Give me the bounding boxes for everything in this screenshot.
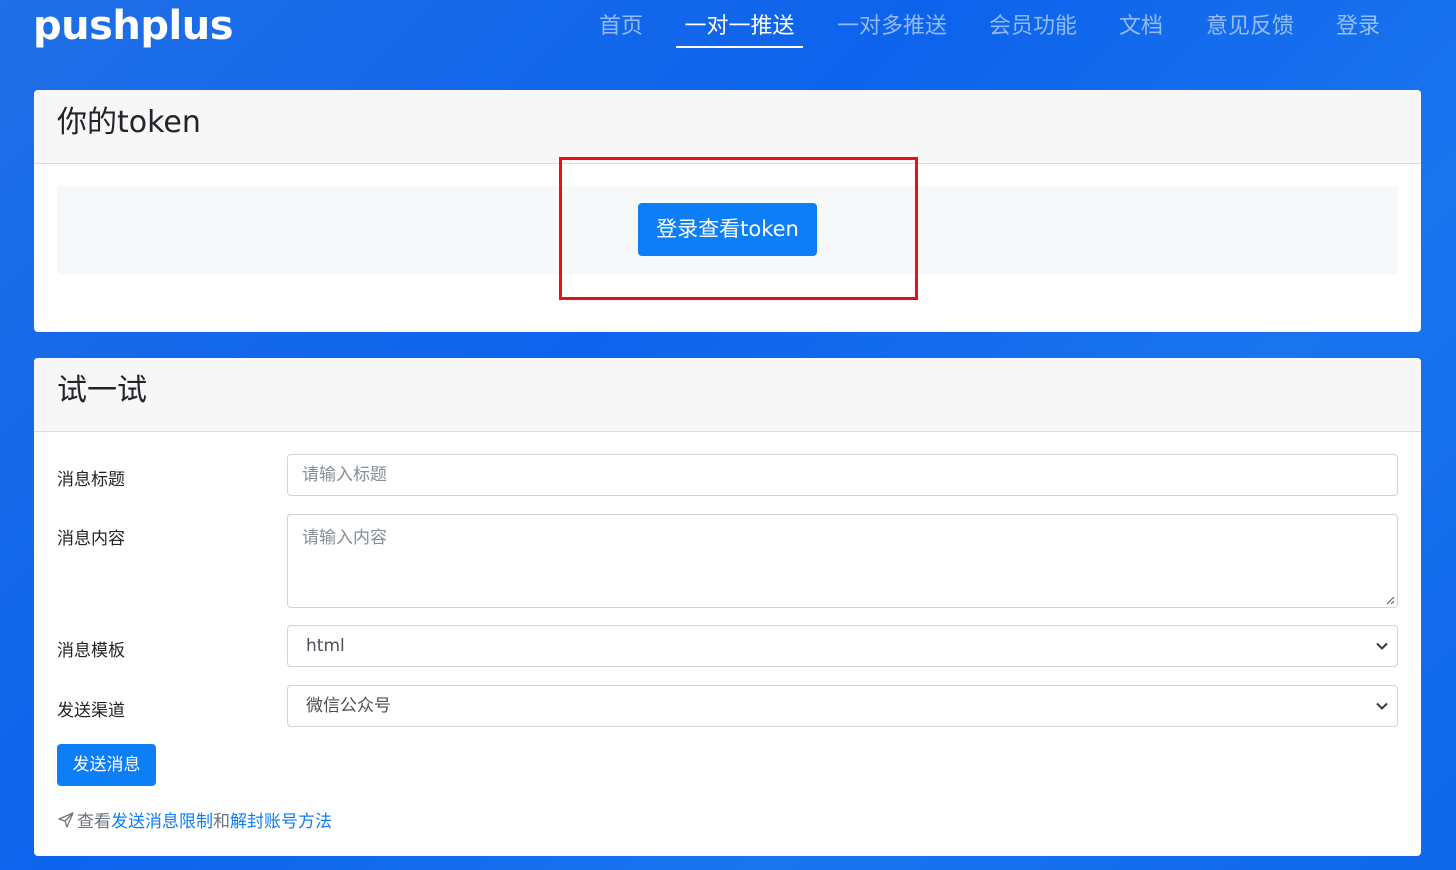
nav-item-docs[interactable]: 文档 <box>1117 10 1165 48</box>
send-channel-value: 微信公众号 <box>306 696 391 716</box>
message-title-placeholder: 请输入标题 <box>302 465 387 485</box>
send-channel-label: 发送渠道 <box>57 701 125 721</box>
try-it-card-title: 试一试 <box>34 358 1421 432</box>
unblock-account-link[interactable]: 解封账号方法 <box>230 807 332 832</box>
try-it-card: 试一试 消息标题 请输入标题 消息内容 请输入内容 消息模板 html 发送渠道… <box>34 358 1421 856</box>
message-template-label: 消息模板 <box>57 641 125 661</box>
footer-note: 查看 发送消息限制 和 解封账号方法 <box>57 807 332 832</box>
message-content-textarea[interactable]: 请输入内容 <box>287 514 1398 608</box>
message-content-label: 消息内容 <box>57 529 125 549</box>
chevron-down-icon <box>1376 642 1388 650</box>
nav-item-home[interactable]: 首页 <box>598 10 644 48</box>
top-navbar: pushplus 首页 一对一推送 一对多推送 会员功能 文档 意见反馈 登录 <box>0 0 1456 60</box>
send-limit-link[interactable]: 发送消息限制 <box>111 807 213 832</box>
paper-plane-icon <box>58 811 74 828</box>
highlight-annotation-box <box>559 157 918 300</box>
resize-handle-icon[interactable] <box>1385 595 1395 605</box>
message-template-value: html <box>306 636 345 656</box>
nav-item-membership[interactable]: 会员功能 <box>987 10 1079 48</box>
send-message-button[interactable]: 发送消息 <box>57 744 156 786</box>
message-content-placeholder: 请输入内容 <box>302 528 387 548</box>
footer-middle-text: 和 <box>213 812 230 832</box>
nav-item-login[interactable]: 登录 <box>1334 10 1382 48</box>
message-title-input[interactable]: 请输入标题 <box>287 454 1398 496</box>
nav-item-feedback[interactable]: 意见反馈 <box>1204 10 1296 48</box>
footer-prefix-text: 查看 <box>77 812 111 832</box>
message-template-select[interactable]: html <box>287 625 1398 667</box>
chevron-down-icon <box>1376 702 1388 710</box>
send-channel-select[interactable]: 微信公众号 <box>287 685 1398 727</box>
nav-item-one-to-one[interactable]: 一对一推送 <box>676 10 803 48</box>
message-title-label: 消息标题 <box>57 470 125 490</box>
pushplus-logo[interactable]: pushplus <box>33 2 234 50</box>
nav-item-one-to-many[interactable]: 一对多推送 <box>836 10 948 48</box>
token-card-title: 你的token <box>34 90 1421 164</box>
